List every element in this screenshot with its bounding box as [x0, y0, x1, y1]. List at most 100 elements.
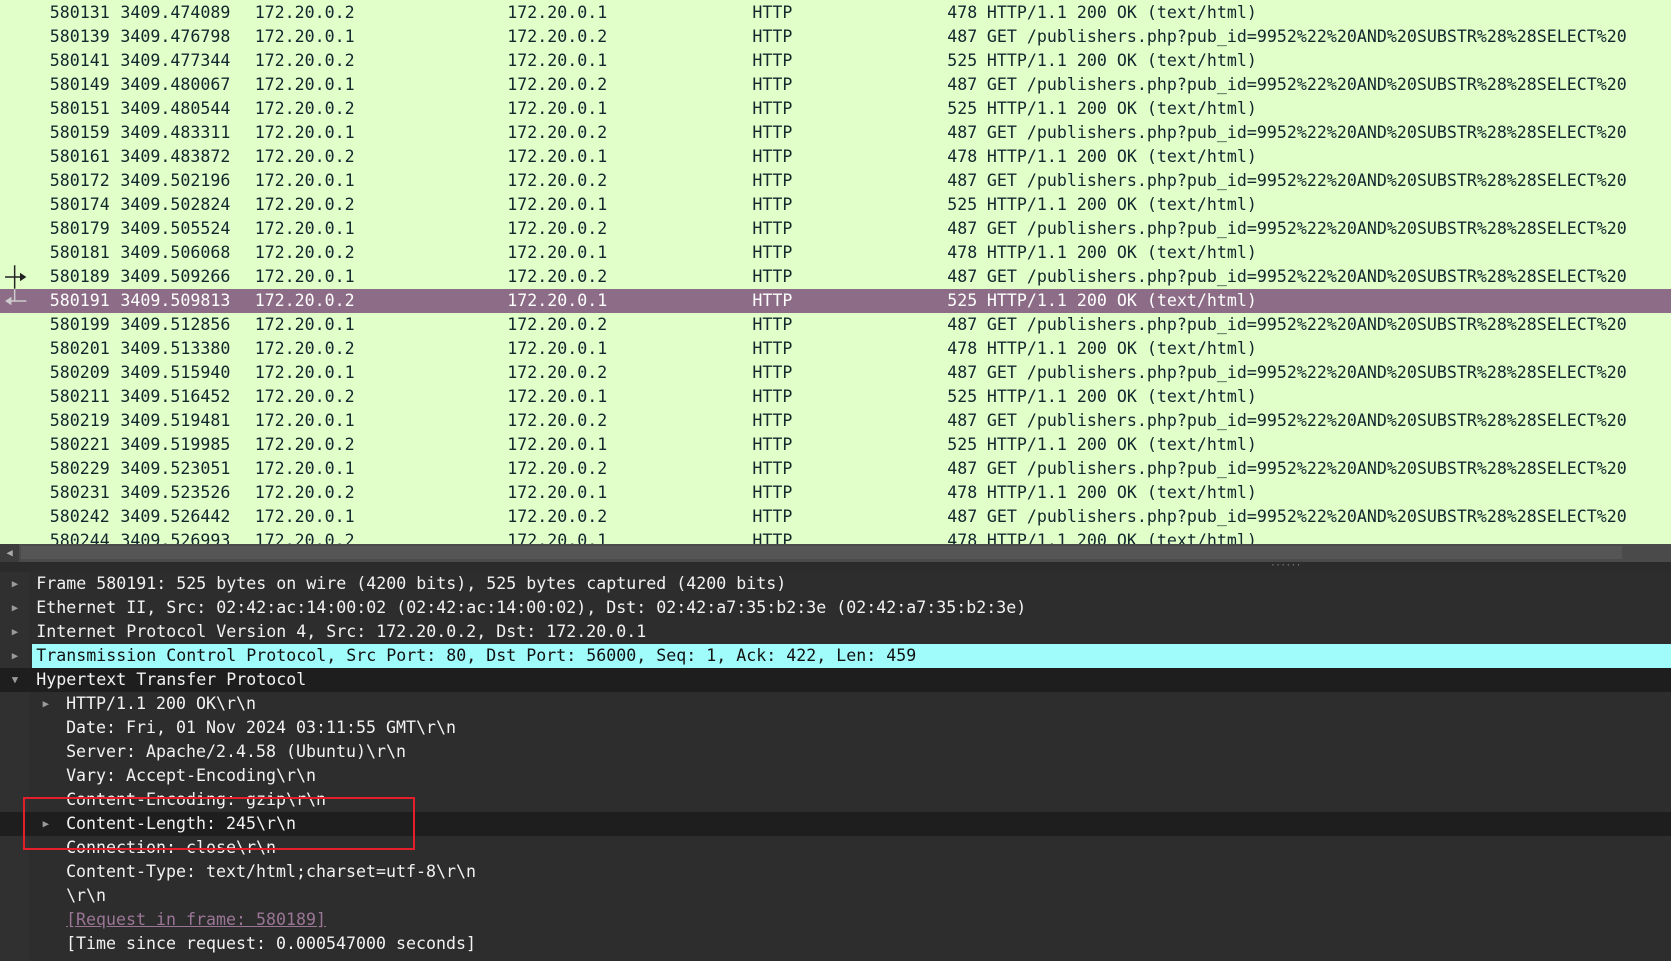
cell-time: 3409.480067	[120, 75, 231, 94]
scroll-left-icon[interactable]: ◀	[0, 543, 20, 562]
cell-no: 580199	[49, 314, 110, 334]
cell-len: 487	[947, 170, 978, 190]
packet-row[interactable]: 580219 3409.519481 172.20.0.1 172.20.0.2 HTT…	[0, 409, 1671, 433]
cell-no: 580159	[49, 122, 110, 142]
packet-row[interactable]: 580221 3409.519985 172.20.0.2 172.20.0.1 HTT…	[0, 433, 1671, 457]
expand-right-icon[interactable]: ▶	[12, 596, 18, 620]
cell-no: 580139	[49, 27, 110, 47]
packet-row[interactable]: 580209 3409.515940 172.20.0.1 172.20.0.2 HTT…	[0, 361, 1671, 385]
cell-no: 580219	[49, 410, 110, 430]
packet-row[interactable]: 580174 3409.502824 172.20.0.2 172.20.0.1 HTT…	[0, 193, 1671, 217]
cell-proto: HTTP	[752, 3, 793, 23]
packet-row[interactable]: 580141 3409.477344 172.20.0.2 172.20.0.1 HTT…	[0, 49, 1671, 73]
packet-details-tree[interactable]: ▶ Frame 580191: 525 bytes on wire (4200 b…	[0, 572, 1671, 961]
tree-item[interactable]: ▶ Ethernet II, Src: 02:42:ac:14:00:02 (02…	[0, 596, 1671, 620]
cell-len: 525	[947, 434, 978, 454]
cell-len: 487	[947, 27, 978, 47]
expand-right-icon[interactable]: ▶	[12, 572, 18, 596]
cell-time: 3409.519481	[120, 410, 231, 430]
tree-item-label: Frame 580191: 525 bytes on wire (4200 bi…	[36, 574, 787, 594]
packet-row[interactable]: 580199 3409.512856 172.20.0.1 172.20.0.2 HTT…	[0, 313, 1671, 337]
packet-row[interactable]: 580229 3409.523051 172.20.0.1 172.20.0.2 HTT…	[0, 457, 1671, 481]
cell-dst: 172.20.0.1	[507, 51, 608, 71]
cell-proto: HTTP	[752, 386, 793, 406]
cell-no: 580229	[49, 458, 110, 478]
cell-src: 172.20.0.1	[254, 458, 355, 478]
cell-len: 525	[947, 98, 978, 118]
tree-item[interactable]: \r\n	[0, 884, 1671, 908]
tree-item[interactable]: Date: Fri, 01 Nov 2024 03:11:55 GMT\r\n	[0, 716, 1671, 740]
packet-row[interactable]: 580189 3409.509266 172.20.0.1 172.20.0.2 HTT…	[0, 265, 1671, 289]
cell-len: 478	[947, 482, 978, 502]
packet-row[interactable]: 580161 3409.483872 172.20.0.2 172.20.0.1 HTT…	[0, 145, 1671, 169]
expand-right-icon[interactable]: ▶	[12, 644, 18, 668]
packet-row[interactable]: 580159 3409.483311 172.20.0.1 172.20.0.2 HTT…	[0, 121, 1671, 145]
packet-row[interactable]: 580231 3409.523526 172.20.0.2 172.20.0.1 HTT…	[0, 481, 1671, 505]
tree-item-label[interactable]: [Request in frame: 580189]	[66, 908, 326, 932]
cell-time: 3409.502824	[120, 194, 231, 214]
tree-item[interactable]: [Time since request: 0.000547000 seconds…	[0, 932, 1671, 956]
cell-len: 487	[947, 458, 978, 478]
cell-proto: HTTP	[752, 218, 793, 238]
packet-row-selected[interactable]: 580191 3409.509813 172.20.0.2 172.20.0.1 HTT…	[0, 288, 1671, 313]
cell-time: 3409.509813	[120, 290, 231, 310]
tree-item[interactable]: Content-Type: text/html;charset=utf-8\r\…	[0, 860, 1671, 884]
cell-src: 172.20.0.1	[254, 122, 355, 142]
cell-time: 3409.509266	[120, 266, 231, 286]
packet-row[interactable]: 580172 3409.502196 172.20.0.1 172.20.0.2 HTT…	[0, 169, 1671, 193]
cell-src: 172.20.0.1	[254, 266, 355, 286]
pane-splitter[interactable]: ······	[0, 561, 1671, 573]
cell-src: 172.20.0.1	[254, 506, 355, 526]
cell-src: 172.20.0.2	[254, 482, 355, 502]
cell-info: HTTP/1.1 200 OK (text/html)	[986, 482, 1257, 502]
cell-no: 580201	[49, 338, 110, 358]
cell-dst: 172.20.0.2	[507, 27, 608, 47]
cell-proto: HTTP	[752, 242, 793, 262]
cell-no: 580149	[49, 75, 110, 94]
tree-item[interactable]: Vary: Accept-Encoding\r\n	[0, 764, 1671, 788]
cell-proto: HTTP	[752, 530, 793, 544]
packet-row[interactable]: 580179 3409.505524 172.20.0.1 172.20.0.2 HTT…	[0, 217, 1671, 241]
cell-time: 3409.477344	[120, 51, 231, 71]
tree-item-label: [Time since request: 0.000547000 seconds…	[66, 933, 477, 953]
packet-row[interactable]: 580139 3409.476798 172.20.0.1 172.20.0.2 HTT…	[0, 25, 1671, 49]
packet-row[interactable]: 580211 3409.516452 172.20.0.2 172.20.0.1 HTT…	[0, 385, 1671, 409]
cell-no: 580161	[49, 146, 110, 166]
packet-row[interactable]: 580181 3409.506068 172.20.0.2 172.20.0.1 HTT…	[0, 241, 1671, 265]
expand-down-icon[interactable]: ▼	[12, 668, 18, 692]
cell-dst: 172.20.0.2	[507, 410, 608, 430]
tree-item[interactable]: ▶ Frame 580191: 525 bytes on wire (4200 b…	[0, 572, 1671, 596]
cell-info: GET /publishers.php?pub_id=9952%22%20AND…	[986, 218, 1627, 238]
cell-time: 3409.476798	[120, 27, 231, 47]
packet-row[interactable]: 580131 3409.474089 172.20.0.2 172.20.0.1 HTT…	[0, 1, 1671, 25]
expand-right-icon[interactable]: ▶	[43, 692, 49, 716]
cell-time: 3409.513380	[120, 338, 231, 358]
cell-proto: HTTP	[752, 98, 793, 118]
expand-right-icon[interactable]: ▶	[12, 620, 18, 644]
cell-proto: HTTP	[752, 314, 793, 334]
tree-item-label: HTTP/1.1 200 OK\r\n	[66, 694, 257, 714]
packet-list[interactable]: 580131 3409.474089 172.20.0.2 172.20.0.1 HTT…	[0, 0, 1671, 544]
packet-row[interactable]: 580242 3409.526442 172.20.0.1 172.20.0.2 HTT…	[0, 505, 1671, 529]
cell-proto: HTTP	[752, 266, 793, 286]
tree-item[interactable]: ▶ Internet Protocol Version 4, Src: 172.2…	[0, 620, 1671, 644]
request-frame-link[interactable]: [Request in frame: 580189]	[0, 908, 1671, 932]
cell-info: GET /publishers.php?pub_id=9952%22%20AND…	[986, 27, 1627, 47]
packet-row[interactable]: 580151 3409.480544 172.20.0.2 172.20.0.1 HTT…	[0, 97, 1671, 121]
cell-len: 487	[947, 314, 978, 334]
cell-dst: 172.20.0.1	[507, 338, 608, 358]
tree-item[interactable]: ▶ HTTP/1.1 200 OK\r\n	[0, 692, 1671, 716]
tree-item[interactable]: Server: Apache/2.4.58 (Ubuntu)\r\n	[0, 740, 1671, 764]
horizontal-scrollbar[interactable]: ◀	[0, 543, 1671, 562]
packet-row[interactable]: 580244 3409.526993 172.20.0.2 172.20.0.1 HTT…	[0, 529, 1671, 544]
cell-info: HTTP/1.1 200 OK (text/html)	[986, 98, 1257, 118]
scrollbar-thumb[interactable]	[21, 545, 1622, 560]
packet-row[interactable]: 580201 3409.513380 172.20.0.2 172.20.0.1 HTT…	[0, 337, 1671, 361]
tree-item[interactable]: ▶ Transmission Control Protocol, Src Port…	[0, 644, 1671, 669]
packet-row[interactable]: 580149 3409.480067 172.20.0.1 172.20.0.2 HTT…	[0, 73, 1671, 97]
cell-info: HTTP/1.1 200 OK (text/html)	[986, 290, 1257, 310]
cell-proto: HTTP	[752, 482, 793, 502]
cell-time: 3409.483311	[120, 122, 231, 142]
splitter-grip-icon[interactable]: ······	[1270, 561, 1301, 571]
tree-item[interactable]: ▼ Hypertext Transfer Protocol	[0, 668, 1671, 693]
